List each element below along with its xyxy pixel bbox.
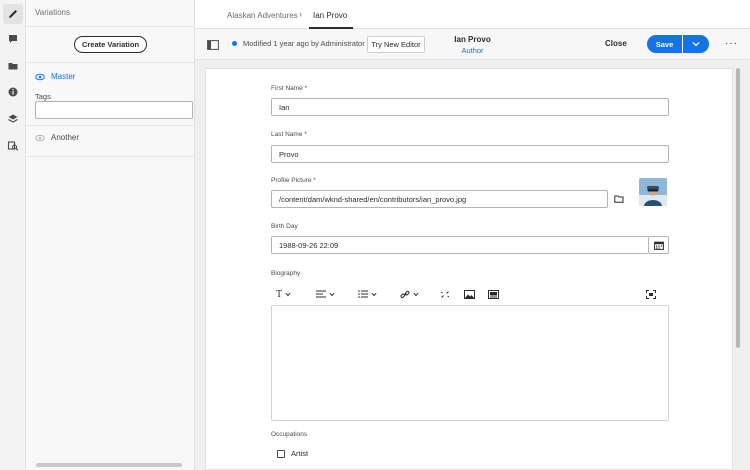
panel-title: Variations (35, 8, 70, 17)
occupation-artist-checkbox[interactable] (277, 450, 285, 458)
divider (26, 156, 195, 157)
last-name-field[interactable]: Provo (271, 145, 669, 163)
last-name-label: Last Name * (271, 131, 307, 138)
editor-toolbar: Modified 1 year ago by Administrator Try… (195, 29, 750, 60)
variation-label: Another (51, 133, 80, 142)
fullscreen-button[interactable] (646, 286, 656, 302)
folder-icon[interactable] (610, 190, 628, 208)
list-button[interactable] (358, 286, 377, 302)
variation-another[interactable]: Another (35, 133, 79, 142)
edit-icon[interactable] (3, 4, 23, 24)
insert-asset-button[interactable] (488, 286, 499, 302)
chevron-right-icon: › (299, 9, 302, 19)
divider (26, 125, 195, 126)
left-rail (0, 0, 26, 470)
image-icon (464, 289, 475, 299)
text-format-button[interactable]: T (276, 286, 291, 302)
biography-label: Biography (271, 270, 301, 277)
chevron-down-icon (371, 292, 377, 296)
birth-day-label: Birth Day (271, 223, 298, 230)
biography-editor[interactable] (271, 305, 669, 421)
rich-text-toolbar: T (276, 286, 666, 302)
occupation-artist-label: Artist (291, 449, 309, 458)
tags-label: Tags (35, 92, 51, 101)
image-icon (488, 289, 499, 299)
save-button[interactable]: Save (647, 35, 682, 53)
calendar-icon[interactable] (649, 236, 669, 254)
create-variation-button[interactable]: Create Variation (74, 36, 147, 53)
folder-icon[interactable] (3, 56, 23, 76)
fullscreen-icon (646, 289, 656, 299)
page-title: Ian Provo (454, 35, 491, 44)
align-icon (316, 290, 326, 298)
divider (26, 26, 195, 27)
layers-icon[interactable] (3, 109, 23, 129)
breadcrumb: Alaskan Adventures › Ian Provo (195, 0, 750, 29)
divider (26, 62, 195, 63)
editor-canvas: First Name * Ian Last Name * Provo Profi… (195, 60, 750, 470)
tags-input[interactable] (35, 101, 193, 119)
chevron-down-icon[interactable] (683, 35, 709, 53)
chevron-down-icon (413, 292, 419, 296)
variations-panel: Variations Create Variation Master Tags … (26, 0, 206, 470)
text-icon: T (276, 288, 283, 300)
try-new-editor-button[interactable]: Try New Editor (367, 36, 425, 53)
info-icon[interactable] (3, 82, 23, 102)
canvas-scrollbar[interactable] (736, 68, 740, 348)
eye-icon (35, 134, 45, 141)
list-icon (358, 290, 368, 298)
modified-status: Modified 1 year ago by Administrator (243, 39, 365, 48)
align-button[interactable] (316, 286, 335, 302)
breadcrumb-current[interactable]: Ian Provo (313, 11, 347, 20)
chevron-down-icon (285, 292, 291, 296)
variation-master[interactable]: Master (35, 72, 75, 81)
comment-icon[interactable] (3, 29, 23, 49)
profile-picture-label: Profile Picture * (271, 177, 316, 184)
panel-scrollbar[interactable] (36, 463, 182, 467)
search-icon[interactable] (3, 136, 23, 156)
first-name-label: First Name * (271, 85, 308, 92)
breadcrumb-parent[interactable]: Alaskan Adventures (227, 11, 298, 20)
insert-image-button[interactable] (464, 286, 475, 302)
page-subtitle[interactable]: Author (440, 46, 505, 55)
eye-icon (35, 73, 45, 80)
variation-label: Master (51, 72, 76, 81)
link-icon (400, 290, 410, 298)
occupations-label: Occupations (271, 431, 308, 438)
profile-picture-field[interactable]: /content/dam/wknd-shared/en/contributors… (271, 190, 608, 208)
content-fragment-form: First Name * Ian Last Name * Provo Profi… (205, 68, 733, 470)
close-button[interactable]: Close (605, 39, 627, 48)
unlink-button[interactable] (440, 286, 450, 302)
status-dot (232, 41, 237, 46)
chevron-down-icon (329, 292, 335, 296)
first-name-field[interactable]: Ian (271, 98, 669, 116)
more-icon[interactable]: ··· (725, 38, 738, 49)
panel-toggle-icon[interactable] (203, 36, 223, 53)
profile-picture-thumbnail (639, 178, 667, 206)
link-button[interactable] (400, 286, 419, 302)
birth-day-field[interactable]: 1988-09-26 22:09 (271, 236, 649, 254)
unlink-icon (440, 290, 450, 298)
